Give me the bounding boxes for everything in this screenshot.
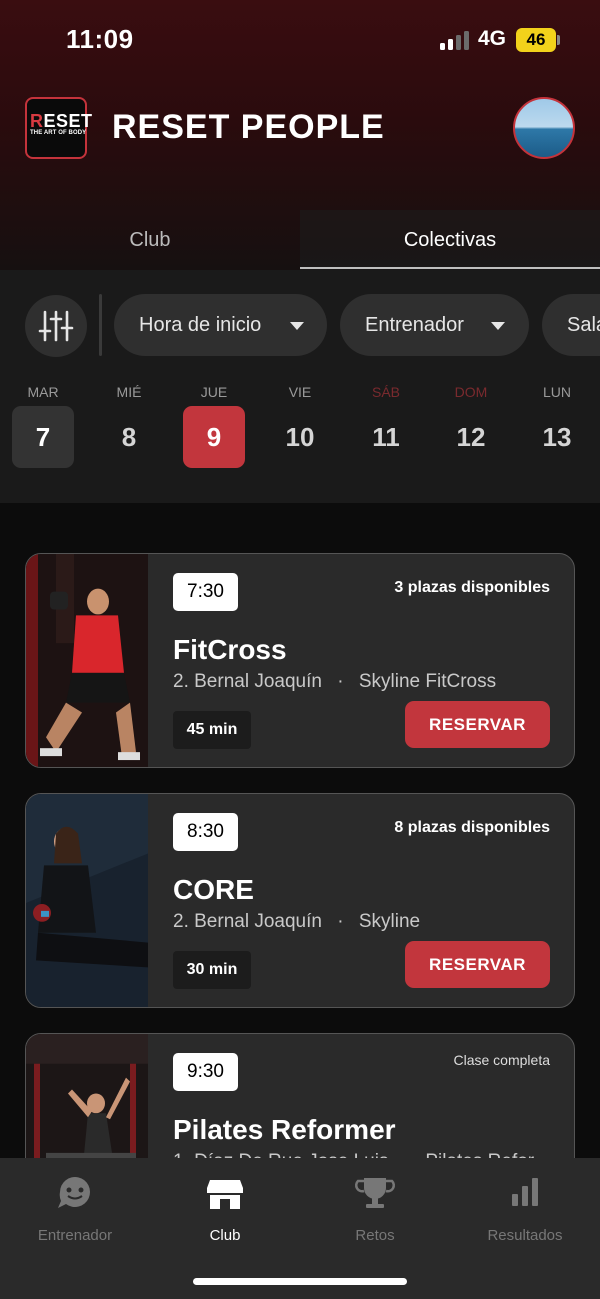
- tab-club[interactable]: Club: [0, 210, 300, 270]
- active-tab-indicator: [300, 267, 600, 269]
- day-number: 7: [12, 406, 74, 468]
- battery-tip: [557, 35, 560, 45]
- filter-chip-start-time[interactable]: Hora de inicio: [114, 294, 327, 356]
- day-thu[interactable]: JUE 9: [183, 384, 245, 468]
- class-duration: 45 min: [173, 711, 251, 749]
- day-label: JUE: [200, 384, 228, 400]
- day-label: LUN: [542, 384, 571, 400]
- day-fri[interactable]: VIE 10: [269, 384, 331, 468]
- day-mon[interactable]: LUN 13: [526, 384, 588, 468]
- day-sat[interactable]: SÁB 11: [355, 384, 417, 468]
- class-title: CORE: [173, 874, 254, 905]
- app-logo[interactable]: RESET THE ART OF BODY: [25, 97, 92, 159]
- day-number: 11: [372, 422, 400, 452]
- home-indicator[interactable]: [193, 1278, 407, 1285]
- chip-label: Hora de inicio: [139, 314, 262, 336]
- day-number: 10: [285, 422, 315, 452]
- class-card-core[interactable]: 8:30 8 plazas disponibles CORE 2. Bernal…: [25, 793, 575, 1008]
- logo-r: R: [30, 111, 44, 131]
- day-wed[interactable]: MIÉ 8: [98, 384, 160, 468]
- chat-face-icon: [58, 1177, 91, 1208]
- filter-chip-room[interactable]: Sala: [542, 294, 600, 356]
- class-photo: [26, 554, 148, 767]
- nav-label: Retos: [355, 1227, 395, 1244]
- nav-retos[interactable]: Retos: [300, 1174, 450, 1244]
- filter-settings-button[interactable]: [25, 295, 87, 357]
- day-label: VIE: [288, 384, 312, 400]
- chip-label: Entrenador: [365, 314, 464, 336]
- trainer-name: 2. Bernal Joaquín: [173, 671, 322, 692]
- class-time: 8:30: [173, 813, 238, 851]
- class-title: FitCross: [173, 634, 287, 665]
- nav-club[interactable]: Club: [150, 1174, 300, 1244]
- chip-label: Sala: [567, 314, 600, 336]
- class-meta: 2. Bernal Joaquín · Skyline: [173, 911, 420, 933]
- store-icon: [207, 1180, 243, 1209]
- class-duration: 30 min: [173, 951, 251, 989]
- status-time: 11:09: [66, 24, 134, 54]
- day-label: SÁB: [371, 384, 400, 400]
- meta-separator: ·: [337, 671, 344, 692]
- class-time: 7:30: [173, 573, 238, 611]
- logo-tagline: THE ART OF BODY: [30, 130, 87, 136]
- battery-icon: 46: [516, 28, 556, 52]
- class-title: Pilates Reformer: [173, 1114, 396, 1145]
- day-sun[interactable]: DOM 12: [440, 384, 502, 468]
- room-name: Skyline: [358, 911, 421, 932]
- signal-icon: [440, 30, 470, 50]
- class-card-fitcross[interactable]: 7:30 3 plazas disponibles FitCross 2. Be…: [25, 553, 575, 768]
- tab-colectivas[interactable]: Colectivas: [300, 210, 600, 270]
- app-title: RESET PEOPLE: [112, 108, 385, 146]
- nav-resultados[interactable]: Resultados: [450, 1174, 600, 1244]
- reserve-button[interactable]: RESERVAR: [405, 701, 550, 748]
- room-name: Skyline FitCross: [358, 671, 497, 692]
- meta-separator: ·: [337, 911, 344, 932]
- class-photo: [26, 794, 148, 1007]
- class-meta: 2. Bernal Joaquín · Skyline FitCross: [173, 671, 496, 693]
- class-status: Clase completa: [453, 1052, 551, 1068]
- logo-text: RESET: [30, 111, 92, 131]
- nav-label: Entrenador: [37, 1227, 113, 1244]
- class-time: 9:30: [173, 1053, 238, 1091]
- network-type: 4G: [478, 27, 507, 50]
- logo-rest: ESET: [43, 111, 93, 131]
- reserve-button[interactable]: RESERVAR: [405, 941, 550, 988]
- day-label: MIÉ: [116, 384, 142, 400]
- caret-down-icon: [491, 322, 505, 330]
- sliders-icon: [38, 310, 74, 342]
- nav-label: Resultados: [487, 1227, 563, 1244]
- bar-chart-icon: [512, 1178, 538, 1206]
- nav-label: Club: [209, 1227, 241, 1244]
- trainer-name: 2. Bernal Joaquín: [173, 911, 322, 932]
- day-number: 13: [542, 422, 572, 452]
- day-number: 12: [456, 422, 486, 452]
- filter-chip-trainer[interactable]: Entrenador: [340, 294, 529, 356]
- available-spots: 8 plazas disponibles: [394, 819, 550, 836]
- day-label: DOM: [454, 384, 488, 400]
- day-number: 9: [183, 406, 245, 468]
- day-label: MAR: [27, 384, 59, 400]
- day-number: 8: [121, 422, 137, 452]
- status-bar: 11:09 4G 46: [0, 0, 600, 80]
- caret-down-icon: [290, 322, 304, 330]
- available-spots: 3 plazas disponibles: [394, 579, 550, 596]
- nav-entrenador[interactable]: Entrenador: [0, 1174, 150, 1244]
- day-tue[interactable]: MAR 7: [12, 384, 74, 468]
- trophy-icon: [355, 1178, 395, 1208]
- avatar[interactable]: [513, 97, 575, 159]
- filter-divider: [99, 294, 102, 356]
